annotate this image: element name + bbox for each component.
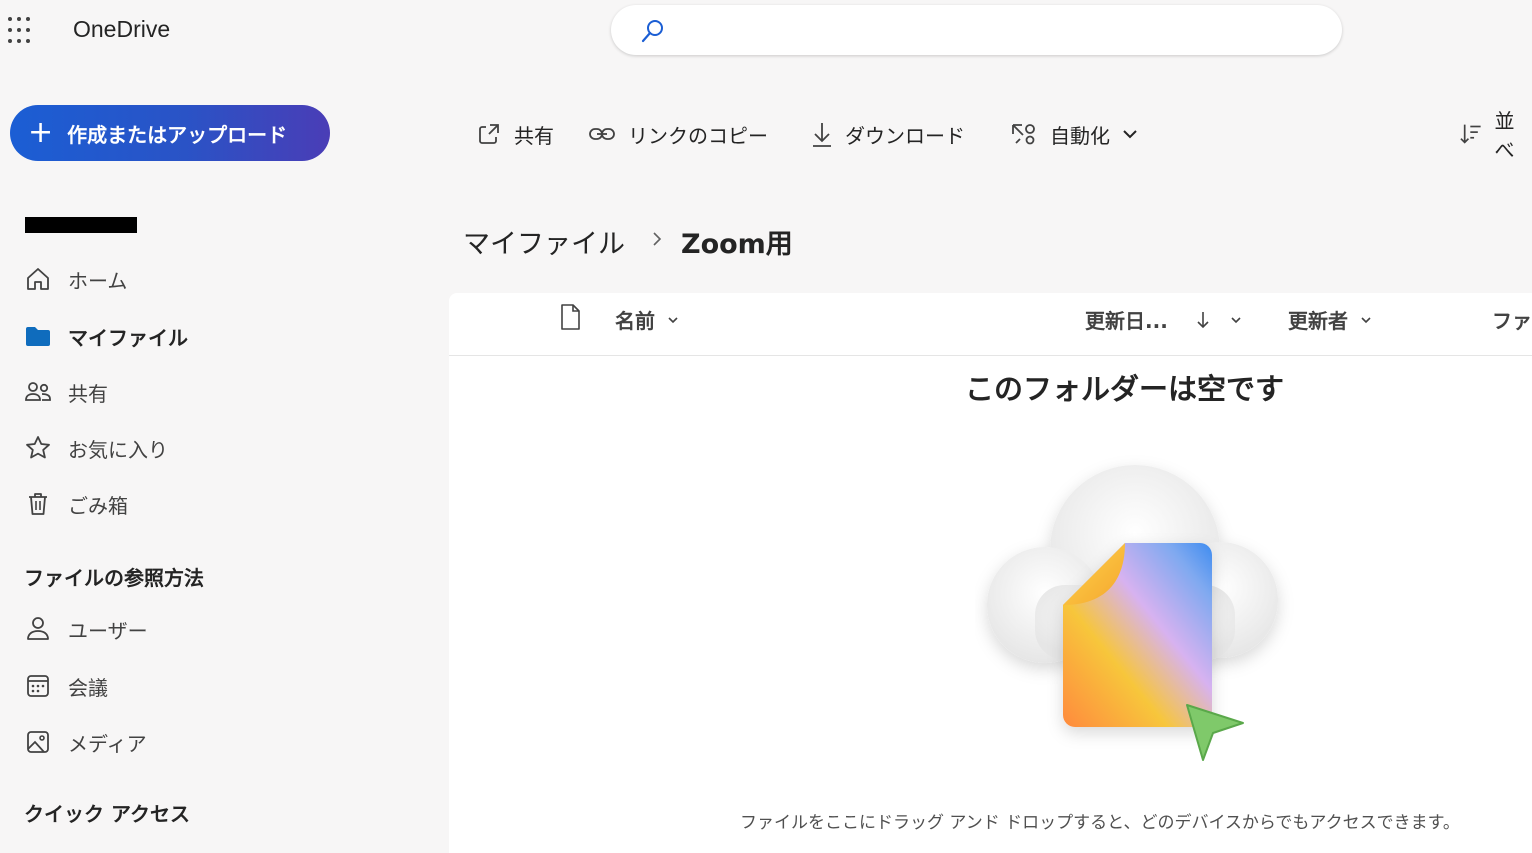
download-icon [811,120,833,148]
search-box[interactable] [611,5,1342,55]
sidebar-item-label: 会議 [68,672,108,701]
sort-label: 並べ [1495,105,1532,163]
column-modified-label: 更新日... [1085,305,1168,334]
automate-button[interactable]: 自動化 [1010,118,1150,150]
empty-folder-cloud-illustration [975,455,1295,775]
sidebar-item-favorites[interactable]: お気に入り [24,428,168,468]
folder-icon [24,322,52,350]
chevron-down-icon [1360,314,1372,326]
sidebar-item-meetings[interactable]: 会議 [24,666,108,706]
share-icon [476,121,502,147]
column-header-modified-by[interactable]: 更新者 [1288,305,1372,334]
sidebar-item-label: メディア [68,728,147,757]
sidebar-item-my-files[interactable]: マイファイル [24,316,188,356]
search-input[interactable] [681,15,1321,45]
sidebar-item-label: マイファイル [68,322,188,351]
quick-access-heading: クイック アクセス [24,798,190,827]
sort-button[interactable]: 並べ [1460,118,1532,150]
chevron-down-icon [1230,314,1242,326]
sidebar-item-label: 共有 [68,378,108,407]
column-header-name[interactable]: 名前 [615,305,679,334]
browse-files-heading: ファイルの参照方法 [24,562,204,591]
create-upload-label: 作成またはアップロード [67,119,287,148]
sidebar-item-label: お気に入り [68,434,168,463]
app-launcher-icon[interactable] [8,17,36,45]
sidebar-item-home[interactable]: ホーム [24,259,127,299]
sidebar-item-shared[interactable]: 共有 [24,372,108,412]
sidebar-item-trash[interactable]: ごみ箱 [24,484,128,524]
empty-folder-title: このフォルダーは空です [965,366,1284,408]
search-icon [639,17,667,49]
breadcrumb-my-files[interactable]: マイファイル [463,222,625,261]
column-modified-by-label: 更新者 [1288,305,1348,334]
plus-icon: + [28,118,53,148]
arrow-down-icon [1196,310,1210,330]
chevron-down-icon [667,314,679,326]
column-header-modified[interactable]: 更新日... [1085,305,1242,334]
sidebar-item-label: ごみ箱 [68,490,128,519]
column-file-size-label: ファ [1492,305,1532,334]
chevron-right-icon [651,226,663,252]
column-name-label: 名前 [615,305,655,334]
copy-link-button[interactable]: リンクのコピー [588,118,768,150]
share-button[interactable]: 共有 [476,118,554,150]
sort-icon [1460,121,1483,147]
sidebar-item-label: ホーム [68,265,127,294]
download-label: ダウンロード [845,120,965,149]
calendar-icon [24,672,52,700]
redacted-account-name [25,217,137,233]
link-icon [588,121,616,147]
breadcrumb-current-folder: Zoom用 [681,222,793,261]
sidebar-item-label: ユーザー [68,615,148,644]
empty-folder-subtitle: ファイルをここにドラッグ アンド ドロップすると、どのデバイスからでもアクセスで… [740,808,1460,833]
share-label: 共有 [514,120,554,149]
download-button[interactable]: ダウンロード [811,118,965,150]
person-icon [24,615,52,643]
sidebar-item-people[interactable]: ユーザー [24,609,148,649]
star-icon [24,434,52,462]
trash-icon [24,490,52,518]
people-icon [24,378,52,406]
app-title[interactable]: OneDrive [73,16,170,43]
home-icon [24,265,52,293]
chevron-down-icon [1122,126,1138,142]
create-upload-button[interactable]: + 作成またはアップロード [10,105,330,161]
file-type-icon[interactable] [559,303,581,331]
image-icon [24,728,52,756]
automate-label: 自動化 [1050,120,1110,149]
copy-link-label: リンクのコピー [628,120,768,149]
sidebar-item-media[interactable]: メディア [24,722,147,762]
column-header-file-size[interactable]: ファ [1492,305,1532,334]
automate-icon [1010,121,1038,147]
